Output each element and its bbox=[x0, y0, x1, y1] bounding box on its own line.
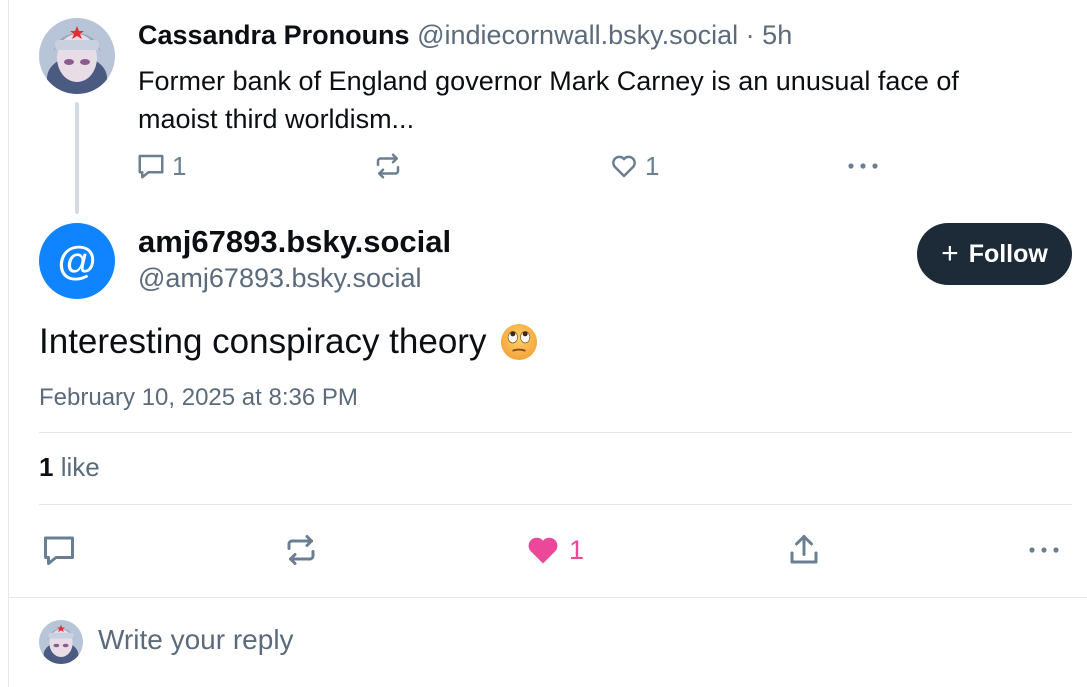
robot-girl-avatar-icon bbox=[39, 18, 115, 94]
reply-icon bbox=[44, 536, 74, 565]
reply-button[interactable] bbox=[41, 528, 77, 572]
repost-icon bbox=[287, 535, 315, 565]
parent-action-bar: 1 1 bbox=[0, 146, 1087, 186]
left-border bbox=[8, 0, 9, 687]
main-author-name[interactable]: amj67893.bsky.social bbox=[138, 224, 451, 260]
plus-icon: + bbox=[941, 237, 959, 270]
parent-reply-count: 1 bbox=[172, 150, 187, 181]
parent-author-name[interactable]: Cassandra Pronouns bbox=[138, 20, 410, 50]
robot-girl-avatar-icon bbox=[39, 620, 83, 664]
face-with-rolling-eyes-icon bbox=[501, 323, 538, 361]
main-action-bar: 1 bbox=[0, 528, 1087, 572]
parent-like-button[interactable]: 1 bbox=[609, 146, 659, 186]
follow-button[interactable]: + Follow bbox=[917, 223, 1072, 285]
more-options-icon bbox=[1029, 547, 1059, 553]
reply-icon bbox=[138, 154, 164, 179]
post-timestamp[interactable]: February 10, 2025 at 8:36 PM bbox=[39, 384, 358, 412]
more-options-button[interactable] bbox=[1026, 528, 1062, 572]
share-button[interactable] bbox=[786, 528, 822, 572]
header-separator: · bbox=[745, 20, 755, 50]
reply-composer-bar[interactable]: Write your reply bbox=[9, 597, 1087, 687]
likes-count: 1 bbox=[39, 452, 54, 482]
like-count: 1 bbox=[569, 534, 585, 565]
parent-post-header: Cassandra Pronouns @indiecornwall.bsky.s… bbox=[138, 20, 792, 51]
reply-input[interactable]: Write your reply bbox=[98, 624, 294, 656]
parent-more-button[interactable] bbox=[846, 146, 880, 186]
parent-post-text: Former bank of England governor Mark Car… bbox=[138, 66, 959, 134]
more-options-icon bbox=[848, 163, 878, 169]
parent-post-time[interactable]: 5h bbox=[762, 20, 792, 50]
main-author-avatar[interactable]: @ bbox=[39, 223, 115, 299]
parent-author-avatar[interactable] bbox=[39, 18, 115, 94]
follow-label: Follow bbox=[968, 239, 1048, 268]
parent-author-handle[interactable]: @indiecornwall.bsky.social bbox=[417, 20, 738, 50]
parent-like-count: 1 bbox=[645, 150, 660, 181]
main-author-handle[interactable]: @amj67893.bsky.social bbox=[138, 263, 422, 294]
likes-label: like bbox=[60, 452, 100, 482]
divider bbox=[39, 504, 1072, 505]
divider bbox=[39, 432, 1072, 433]
share-icon bbox=[790, 535, 818, 564]
heart-outline-icon bbox=[612, 155, 636, 178]
repost-icon bbox=[376, 153, 400, 179]
parent-reply-button[interactable]: 1 bbox=[136, 146, 186, 186]
parent-repost-button[interactable] bbox=[373, 146, 403, 186]
heart-filled-icon bbox=[528, 537, 558, 564]
likes-summary[interactable]: 1 like bbox=[39, 452, 100, 483]
main-post-text: Interesting conspiracy theory bbox=[39, 322, 538, 362]
current-user-avatar bbox=[39, 620, 83, 664]
repost-button[interactable] bbox=[283, 528, 319, 572]
at-sign-icon: @ bbox=[57, 238, 97, 283]
main-post-body: Interesting conspiracy theory bbox=[39, 322, 487, 361]
like-button[interactable]: 1 bbox=[525, 528, 584, 572]
